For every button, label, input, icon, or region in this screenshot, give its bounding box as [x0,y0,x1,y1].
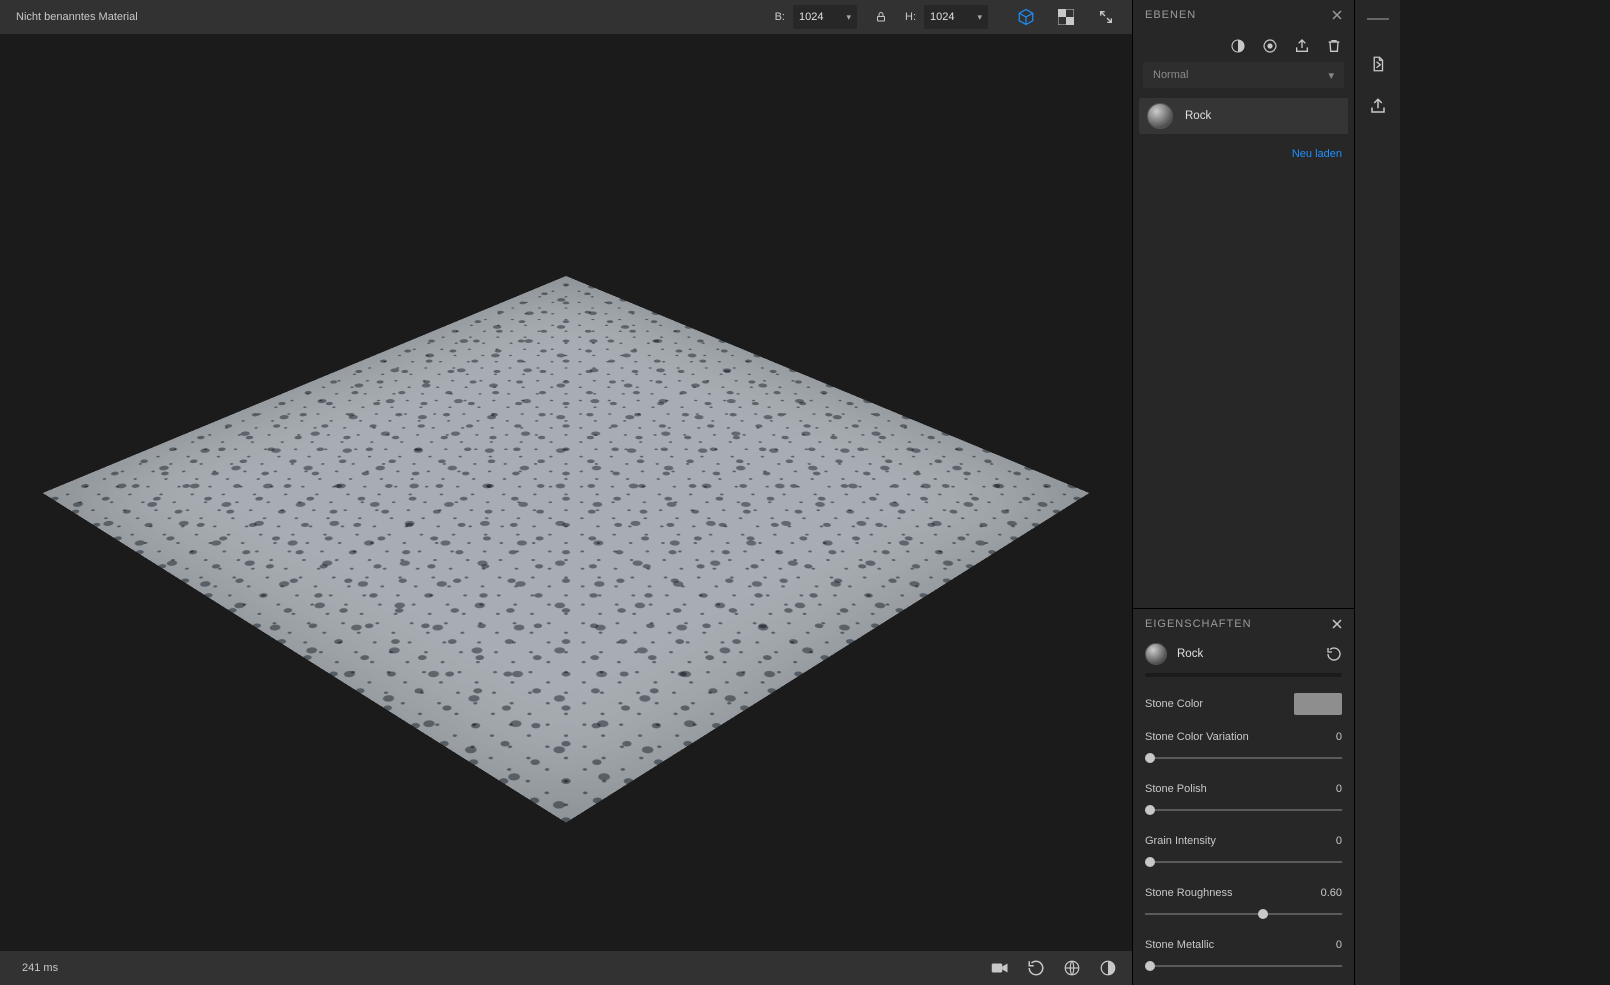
height-select[interactable]: 1024 ▾ [924,5,988,29]
material-thumbnail [1145,643,1167,665]
layer-thumbnail [1147,103,1173,129]
viewport-3d[interactable] [0,34,1132,951]
prop-value: 0 [1336,731,1342,743]
slider-handle[interactable] [1145,805,1155,815]
document-export-icon[interactable] [1368,54,1388,74]
rotate-icon[interactable] [1026,958,1046,978]
drag-handle[interactable] [1367,18,1389,20]
width-select[interactable]: 1024 ▾ [793,5,857,29]
trash-icon[interactable] [1326,38,1342,54]
layer-name-label: Rock [1185,110,1211,122]
layers-panel-title: EBENEN [1145,9,1196,21]
layers-toolbar [1133,30,1354,62]
slider-handle[interactable] [1258,909,1268,919]
slider-handle[interactable] [1145,857,1155,867]
adjustment-icon[interactable] [1230,38,1246,54]
prop-stone-color-variation: Stone Color Variation 0 [1133,725,1354,763]
properties-panel-title: EIGENSCHAFTEN [1145,618,1252,630]
prop-slider[interactable] [1145,961,1342,971]
color-swatch[interactable] [1294,693,1342,715]
close-icon[interactable] [1332,619,1342,629]
reload-link[interactable]: Neu laden [1292,148,1342,160]
prop-value: 0.60 [1321,887,1342,899]
material-title: Nicht benanntes Material [16,11,138,23]
topbar: Nicht benanntes Material B: 1024 ▾ H: 10… [0,0,1132,34]
prop-grain-intensity: Grain Intensity 0 [1133,829,1354,867]
prop-stone-metallic: Stone Metallic 0 [1133,933,1354,985]
prop-value: 0 [1336,835,1342,847]
prop-slider[interactable] [1145,857,1342,867]
prop-slider[interactable] [1145,909,1342,919]
blend-mode-value: Normal [1153,69,1188,81]
prop-stone-color: Stone Color [1133,687,1354,715]
prop-stone-roughness: Stone Roughness 0.60 [1133,881,1354,919]
mask-icon[interactable] [1262,38,1278,54]
width-label: B: [775,11,785,23]
chevron-down-icon: ▾ [846,12,851,23]
material-plane-preview [43,276,1090,822]
prop-value: 0 [1336,783,1342,795]
height-value: 1024 [930,11,954,23]
fullscreen-icon[interactable] [1090,3,1122,31]
prop-label: Stone Color Variation [1145,731,1249,743]
statusbar: 241 ms [0,951,1132,985]
slider-handle[interactable] [1145,753,1155,763]
chevron-down-icon: ▾ [977,12,982,23]
cube-3d-icon[interactable] [1010,3,1042,31]
height-label: H: [905,11,916,23]
divider [1145,673,1342,677]
environment-icon[interactable] [1062,958,1082,978]
prop-label: Stone Metallic [1145,939,1214,951]
prop-label: Stone Roughness [1145,887,1232,899]
prop-slider[interactable] [1145,805,1342,815]
prop-label: Stone Color [1145,698,1203,710]
close-icon[interactable] [1332,10,1342,20]
prop-label: Stone Polish [1145,783,1207,795]
reset-icon[interactable] [1326,646,1342,662]
prop-slider[interactable] [1145,753,1342,763]
export-icon[interactable] [1294,38,1310,54]
right-rail [1354,0,1400,985]
render-time: 241 ms [22,962,58,974]
prop-value: 0 [1336,939,1342,951]
material-name: Rock [1177,648,1316,660]
lock-icon[interactable] [865,3,897,31]
camera-icon[interactable] [990,958,1010,978]
checker-icon[interactable] [1050,3,1082,31]
prop-label: Grain Intensity [1145,835,1216,847]
blend-mode-select[interactable]: Normal ▾ [1143,62,1344,88]
properties-panel-header: EIGENSCHAFTEN [1133,609,1354,639]
width-value: 1024 [799,11,823,23]
sphere-shaded-icon[interactable] [1098,958,1118,978]
prop-stone-polish: Stone Polish 0 [1133,777,1354,815]
layers-panel-header: EBENEN [1133,0,1354,30]
share-icon[interactable] [1368,96,1388,116]
chevron-down-icon: ▾ [1328,69,1334,82]
layer-item[interactable]: Rock [1139,98,1348,134]
slider-handle[interactable] [1145,961,1155,971]
